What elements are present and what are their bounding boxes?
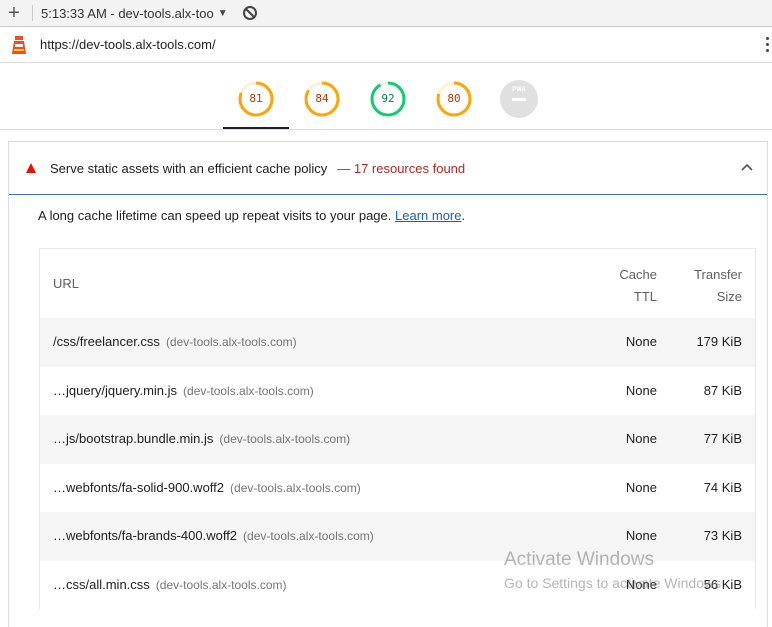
pwa-gauge[interactable]: PWA bbox=[500, 80, 538, 118]
row-url-host: (dev-tools.alx-tools.com) bbox=[165, 335, 297, 349]
audit-details: Serve static assets with an efficient ca… bbox=[8, 141, 768, 627]
header-cache-ttl: Cache TTL bbox=[607, 264, 657, 308]
header-transfer-size-line1: Transfer bbox=[694, 267, 742, 282]
row-cache-ttl: None bbox=[625, 334, 657, 349]
table-row: …webfonts/fa-brands-400.woff2 (dev-tools.… bbox=[39, 512, 756, 561]
row-url-host: (dev-tools.alx-tools.com) bbox=[183, 383, 314, 398]
report-select-label: 5:13:33 AM - dev-tools.alx-too bbox=[41, 5, 214, 21]
row-transfer-size: 77 KiB bbox=[703, 431, 742, 446]
row-transfer-size: 87 KiB bbox=[703, 382, 742, 398]
row-url: …jquery/jquery.min.js (dev-tools.alx-tool… bbox=[53, 383, 314, 398]
gauge-score: 84 bbox=[315, 92, 329, 105]
table-row: …webfonts/fa-solid-900.woff2 (dev-tools.a… bbox=[39, 463, 756, 512]
resources-table: URL Cache TTL Transfer Size /css/freelan… bbox=[39, 248, 756, 609]
row-url: …js/bootstrap.bundle.min.js (dev-tools.al… bbox=[53, 431, 350, 446]
table-header: URL Cache TTL Transfer Size bbox=[39, 248, 756, 318]
row-url-host: (dev-tools.alx-tools.com) bbox=[155, 577, 287, 592]
audit-title: Serve static assets with an efficient ca… bbox=[50, 160, 328, 176]
audit-header[interactable]: Serve static assets with an efficient ca… bbox=[9, 142, 767, 195]
row-url-host: (dev-tools.alx-tools.com) bbox=[219, 432, 351, 446]
row-url-path: /css/freelancer.css bbox=[53, 334, 160, 349]
table-row: /css/freelancer.css (dev-tools.alx-tools.… bbox=[39, 318, 756, 367]
selected-gauge-indicator bbox=[223, 127, 289, 129]
row-url-path: …webfonts/fa-solid-900.woff2 bbox=[53, 479, 225, 495]
row-url-path: …webfonts/fa-brands-400.woff2 bbox=[53, 528, 238, 543]
devtools-toolbar: + 5:13:33 AM - dev-tools.alx-too ▼ bbox=[0, 0, 772, 27]
clear-block-icon[interactable] bbox=[242, 5, 258, 21]
row-url-path: …jquery/jquery.min.js bbox=[53, 382, 178, 398]
row-cache-ttl: None bbox=[625, 382, 657, 398]
header-transfer-size: Transfer Size bbox=[682, 264, 742, 308]
header-cache-ttl-line2: TTL bbox=[633, 289, 657, 304]
pwa-label: PWA bbox=[512, 87, 526, 93]
fail-triangle-icon bbox=[26, 163, 36, 173]
row-transfer-size: 74 KiB bbox=[703, 479, 742, 495]
url-bar: https://dev-tools.alx-tools.com/ bbox=[0, 27, 772, 63]
audited-url: https://dev-tools.alx-tools.com/ bbox=[40, 37, 216, 52]
gauge-score: 92 bbox=[381, 92, 395, 105]
add-report-icon[interactable]: + bbox=[0, 3, 28, 23]
audit-description: A long cache lifetime can speed up repea… bbox=[38, 208, 465, 223]
row-url: …webfonts/fa-solid-900.woff2 (dev-tools.a… bbox=[53, 480, 361, 495]
row-cache-ttl: None bbox=[625, 431, 657, 446]
row-url-path: …js/bootstrap.bundle.min.js bbox=[53, 431, 214, 446]
table-row: …js/bootstrap.bundle.min.js (dev-tools.al… bbox=[39, 415, 756, 464]
audit-description-text: A long cache lifetime can speed up repea… bbox=[38, 208, 392, 223]
lighthouse-icon bbox=[12, 35, 26, 54]
audit-display-value: — 17 resources found bbox=[337, 160, 466, 176]
header-transfer-size-line2: Size bbox=[716, 289, 742, 304]
performance-gauge[interactable]: 81 bbox=[237, 80, 275, 118]
description-period: . bbox=[461, 208, 466, 223]
row-transfer-size: 56 KiB bbox=[703, 576, 742, 592]
row-cache-ttl: None bbox=[625, 528, 657, 543]
row-transfer-size: 179 KiB bbox=[696, 334, 742, 349]
gauge-score: 80 bbox=[447, 92, 461, 105]
report-select[interactable]: 5:13:33 AM - dev-tools.alx-too ▼ bbox=[41, 6, 228, 21]
pwa-dash-icon bbox=[512, 98, 526, 101]
table-row: …jquery/jquery.min.js (dev-tools.alx-tool… bbox=[39, 366, 756, 415]
header-url: URL bbox=[53, 276, 80, 291]
row-cache-ttl: None bbox=[625, 576, 657, 592]
gauge-score: 81 bbox=[249, 92, 263, 105]
row-url: /css/freelancer.css (dev-tools.alx-tools.… bbox=[53, 334, 297, 349]
row-url: …css/all.min.css (dev-tools.alx-tools.com… bbox=[53, 577, 287, 592]
row-cache-ttl: None bbox=[625, 479, 657, 495]
row-url-host: (dev-tools.alx-tools.com) bbox=[243, 529, 374, 543]
seo-gauge[interactable]: 80 bbox=[435, 80, 473, 118]
chevron-up-icon[interactable] bbox=[741, 162, 753, 174]
caret-down-icon: ▼ bbox=[217, 7, 228, 19]
header-cache-ttl-line1: Cache bbox=[619, 267, 657, 282]
learn-more-link[interactable]: Learn more bbox=[395, 208, 461, 223]
row-url: …webfonts/fa-brands-400.woff2 (dev-tools.… bbox=[53, 528, 374, 543]
table-row: …css/all.min.css (dev-tools.alx-tools.com… bbox=[39, 560, 756, 609]
toolbar-divider bbox=[32, 5, 33, 21]
accessibility-gauge[interactable]: 84 bbox=[303, 80, 341, 118]
row-url-host: (dev-tools.alx-tools.com) bbox=[230, 480, 361, 495]
best-practices-gauge[interactable]: 92 bbox=[369, 80, 407, 118]
row-transfer-size: 73 KiB bbox=[703, 528, 742, 543]
more-options-icon[interactable] bbox=[766, 37, 770, 55]
row-url-path: …css/all.min.css bbox=[53, 576, 150, 592]
